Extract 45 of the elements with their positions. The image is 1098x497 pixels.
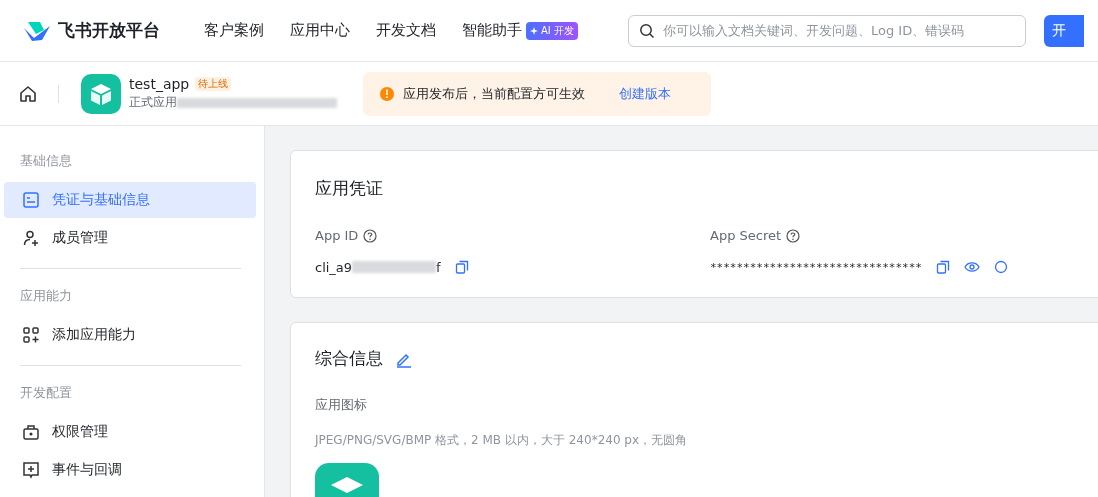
app-name: test_app [129,76,190,92]
field-label: 应用图标 [315,396,368,414]
help-icon[interactable] [363,228,378,243]
sidebar-icon [22,423,40,441]
sidebar-item[interactable]: 成员管理 [4,220,256,256]
status-tag: 待上线 [195,77,232,91]
sidebar-item[interactable]: 添加应用能力 [4,317,256,353]
sidebar-icon [22,326,40,344]
sparkle-icon [530,26,538,35]
sidebar-icon [22,461,40,479]
sidebar-group-title: 开发配置 [19,384,73,402]
app-secret-value: ******************************** [710,260,922,274]
primary-button[interactable]: 开 [1043,14,1084,47]
copy-icon[interactable] [454,260,469,274]
sidebar-item[interactable]: 权限管理 [4,414,256,450]
nav-link[interactable]: 智能助手 AI 开发 [462,21,578,40]
app-icon [81,73,121,114]
copy-icon[interactable] [935,260,950,274]
logo-icon [22,19,52,42]
sidebar-icon [22,191,40,209]
app-id-start: cli_a9 [315,259,353,275]
brand-name[interactable]: 飞书开放平台 [58,19,160,42]
sidebar-icon [22,229,40,247]
create-version-link[interactable]: 创建版本 [619,84,671,103]
card-title: 综合信息 [315,347,383,370]
eye-icon[interactable] [963,260,980,274]
help-icon[interactable] [786,228,801,243]
sidebar-group-title: 基础信息 [19,152,73,170]
ai-badge: AI 开发 [526,21,578,40]
icon-hint: JPEG/PNG/SVG/BMP 格式，2 MB 以内，大于 240*240 px，无圆角 [315,432,689,449]
nav-link[interactable]: 应用中心 [290,21,350,40]
search-field[interactable]: 你可以输入文档关键词、开发问题、Log ID、错误码 [627,14,1026,47]
nav-link[interactable]: 开发文档 [376,21,436,40]
card-title: 应用凭证 [315,177,384,200]
notice-text: 应用发布后，当前配置方可生效 [403,84,585,103]
field-label: App Secret [710,228,782,243]
home-icon[interactable] [18,83,38,104]
sidebar-item[interactable]: 凭证与基础信息 [4,182,256,218]
field-label: App ID [315,228,359,243]
nav-link[interactable]: 客户案例 [204,21,264,40]
app-id-end: f [436,259,441,275]
sidebar-item[interactable]: 事件与回调 [4,452,256,488]
app-subtitle: 正式应用 [129,94,177,111]
sidebar-group-title: 应用能力 [19,287,73,305]
warning-icon [379,85,395,102]
